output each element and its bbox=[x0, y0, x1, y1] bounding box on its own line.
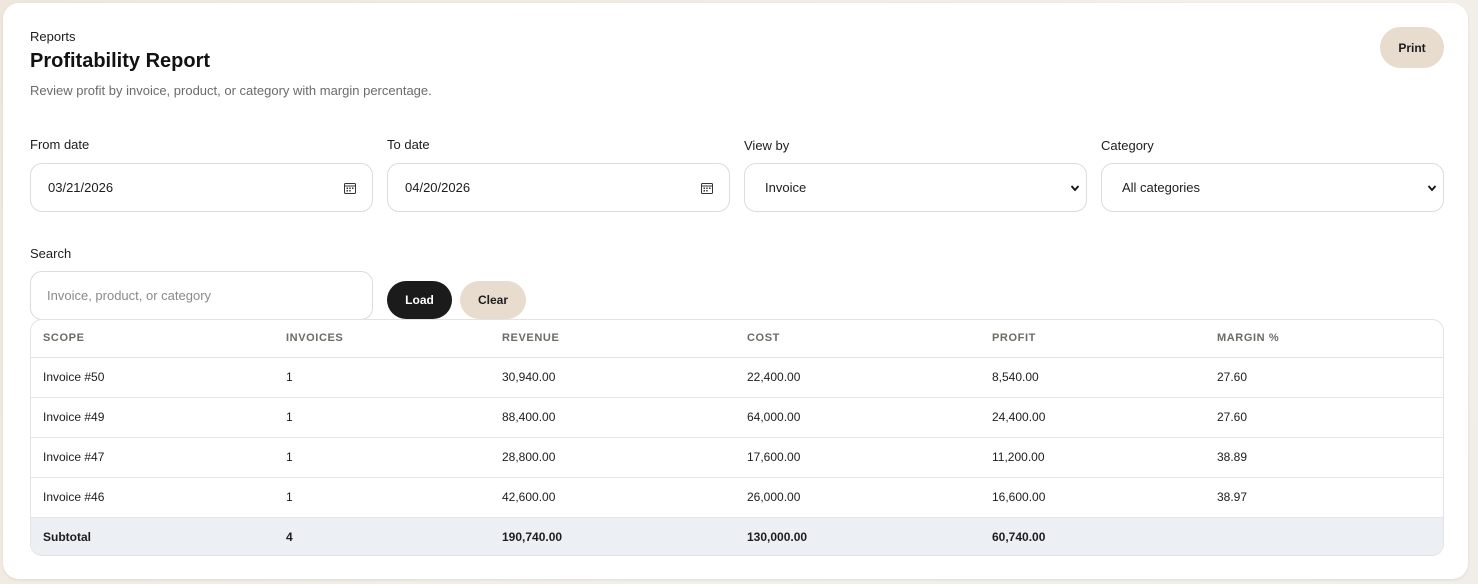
search-label: Search bbox=[30, 246, 72, 261]
page-subtitle: Review profit by invoice, product, or ca… bbox=[30, 83, 432, 98]
table-row[interactable]: Invoice #46 1 42,600.00 26,000.00 16,600… bbox=[31, 477, 1443, 518]
view-by-label: View by bbox=[744, 138, 790, 153]
cell-profit: 16,600.00 bbox=[980, 477, 1205, 518]
subtotal-label: Subtotal bbox=[31, 517, 274, 555]
subtotal-margin bbox=[1205, 517, 1443, 555]
table-header-row: SCOPE INVOICES REVENUE COST PROFIT MARGI… bbox=[31, 320, 1443, 358]
search-placeholder: Invoice, product, or category bbox=[47, 288, 212, 303]
cell-cost: 26,000.00 bbox=[735, 477, 980, 518]
from-date-value: 03/21/2026 bbox=[48, 180, 114, 195]
view-by-select[interactable]: Invoice bbox=[744, 163, 1087, 212]
cell-profit: 11,200.00 bbox=[980, 437, 1205, 478]
cell-scope: Invoice #46 bbox=[31, 477, 274, 518]
calendar-icon[interactable] bbox=[701, 182, 713, 194]
cell-margin: 38.89 bbox=[1205, 437, 1443, 478]
column-header-scope[interactable]: SCOPE bbox=[31, 320, 274, 358]
column-header-margin[interactable]: MARGIN % bbox=[1205, 320, 1443, 358]
table-row[interactable]: Invoice #49 1 88,400.00 64,000.00 24,400… bbox=[31, 397, 1443, 438]
cell-cost: 17,600.00 bbox=[735, 437, 980, 478]
cell-margin: 38.97 bbox=[1205, 477, 1443, 518]
table-row[interactable]: Invoice #50 1 30,940.00 22,400.00 8,540.… bbox=[31, 357, 1443, 398]
breadcrumb: Reports bbox=[30, 29, 76, 44]
column-header-revenue[interactable]: REVENUE bbox=[490, 320, 735, 358]
subtotal-cost: 130,000.00 bbox=[735, 517, 980, 555]
table-row[interactable]: Invoice #47 1 28,800.00 17,600.00 11,200… bbox=[31, 437, 1443, 478]
cell-invoices: 1 bbox=[274, 437, 490, 478]
cell-profit: 8,540.00 bbox=[980, 357, 1205, 398]
chevron-down-icon bbox=[1427, 184, 1437, 191]
from-date-label: From date bbox=[30, 137, 90, 152]
cell-revenue: 88,400.00 bbox=[490, 397, 735, 438]
chevron-down-icon bbox=[1070, 184, 1080, 191]
cell-cost: 22,400.00 bbox=[735, 357, 980, 398]
subtotal-row: Subtotal 4 190,740.00 130,000.00 60,740.… bbox=[31, 517, 1443, 555]
subtotal-invoices: 4 bbox=[274, 517, 490, 555]
cell-invoices: 1 bbox=[274, 397, 490, 438]
calendar-icon[interactable] bbox=[344, 182, 356, 194]
to-date-input[interactable]: 04/20/2026 bbox=[387, 163, 730, 212]
print-button[interactable]: Print bbox=[1380, 27, 1444, 68]
to-date-value: 04/20/2026 bbox=[405, 180, 471, 195]
search-input[interactable]: Invoice, product, or category bbox=[30, 271, 373, 320]
page-title: Profitability Report bbox=[30, 50, 211, 72]
cell-revenue: 30,940.00 bbox=[490, 357, 735, 398]
from-date-input[interactable]: 03/21/2026 bbox=[30, 163, 373, 212]
column-header-invoices[interactable]: INVOICES bbox=[274, 320, 490, 358]
category-label: Category bbox=[1101, 138, 1154, 153]
view-by-value: Invoice bbox=[765, 180, 807, 195]
cell-cost: 64,000.00 bbox=[735, 397, 980, 438]
category-select[interactable]: All categories bbox=[1101, 163, 1444, 212]
cell-invoices: 1 bbox=[274, 357, 490, 398]
cell-margin: 27.60 bbox=[1205, 357, 1443, 398]
cell-profit: 24,400.00 bbox=[980, 397, 1205, 438]
cell-revenue: 42,600.00 bbox=[490, 477, 735, 518]
category-value: All categories bbox=[1122, 180, 1201, 195]
cell-scope: Invoice #49 bbox=[31, 397, 274, 438]
cell-scope: Invoice #50 bbox=[31, 357, 274, 398]
subtotal-revenue: 190,740.00 bbox=[490, 517, 735, 555]
column-header-profit[interactable]: PROFIT bbox=[980, 320, 1205, 358]
subtotal-profit: 60,740.00 bbox=[980, 517, 1205, 555]
report-card: Reports Profitability Report Review prof… bbox=[3, 3, 1468, 579]
to-date-label: To date bbox=[387, 137, 430, 152]
cell-scope: Invoice #47 bbox=[31, 437, 274, 478]
cell-invoices: 1 bbox=[274, 477, 490, 518]
profit-table: SCOPE INVOICES REVENUE COST PROFIT MARGI… bbox=[30, 319, 1444, 556]
clear-button[interactable]: Clear bbox=[460, 281, 526, 319]
column-header-cost[interactable]: COST bbox=[735, 320, 980, 358]
load-button[interactable]: Load bbox=[387, 281, 452, 319]
cell-margin: 27.60 bbox=[1205, 397, 1443, 438]
cell-revenue: 28,800.00 bbox=[490, 437, 735, 478]
